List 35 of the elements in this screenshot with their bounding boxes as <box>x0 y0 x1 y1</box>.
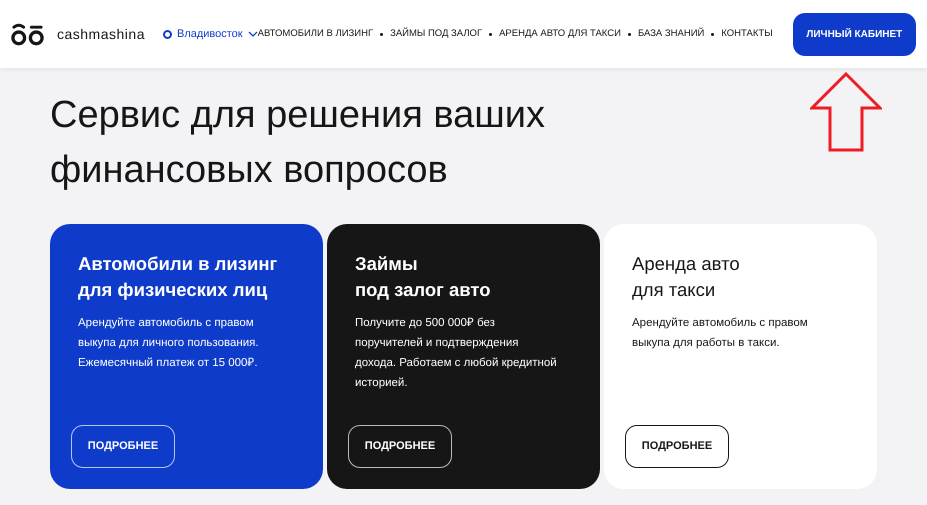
card-title: для такси <box>632 278 716 302</box>
nav-link[interactable]: АВТОМОБИЛИ В ЛИЗИНГ <box>258 26 374 42</box>
brand-name[interactable]: cashmashina <box>56 24 145 44</box>
card-description: выкупа для личного пользования. <box>78 336 259 351</box>
nav-link[interactable]: БАЗА ЗНАНИЙ <box>638 26 704 42</box>
card-title: под залог авто <box>355 278 491 302</box>
nav-separator-icon <box>711 32 714 36</box>
card-title: для физических лиц <box>78 278 268 302</box>
nav-link[interactable]: ЗАЙМЫ ПОД ЗАЛОГ <box>390 26 482 42</box>
card-title: Автомобили в лизинг <box>78 252 278 276</box>
card-description: Ежемесячный платеж от 15 000₽. <box>78 356 258 371</box>
nav-separator-icon <box>628 32 631 36</box>
card-description: выкупа для работы в такси. <box>632 336 780 351</box>
details-button[interactable]: ПОДРОБНЕЕ <box>625 425 729 468</box>
location-icon <box>162 30 172 38</box>
card-description: историей. <box>355 376 408 391</box>
card-description: поручителей и подтверждения <box>355 336 518 351</box>
card-title: Аренда авто <box>632 252 740 276</box>
logo-icon <box>10 22 45 46</box>
account-button[interactable]: ЛИЧНЫЙ КАБИНЕТ <box>792 12 916 56</box>
nav-link[interactable]: АРЕНДА АВТО ДЛЯ ТАКСИ <box>499 26 621 42</box>
nav-separator-icon <box>380 32 384 36</box>
card-description: Получите до 500 000₽ без <box>355 316 495 331</box>
chevron-down-icon <box>248 31 258 37</box>
hero-title: финансовых вопросов <box>50 148 448 193</box>
hero-title: Сервис для решения ваших <box>50 93 546 138</box>
card-title: Займы <box>355 252 418 276</box>
card-description: Арендуйте автомобиль с правом <box>78 316 254 331</box>
card-description: дохода. Работаем с любой кредитной <box>355 356 557 371</box>
city-selector[interactable]: Владивосток <box>176 26 243 42</box>
details-button[interactable]: ПОДРОБНЕЕ <box>348 425 452 468</box>
nav-separator-icon <box>489 32 492 36</box>
nav-link[interactable]: КОНТАКТЫ <box>721 26 773 42</box>
details-button[interactable]: ПОДРОБНЕЕ <box>71 425 175 468</box>
card-description: Арендуйте автомобиль с правом <box>632 316 808 331</box>
